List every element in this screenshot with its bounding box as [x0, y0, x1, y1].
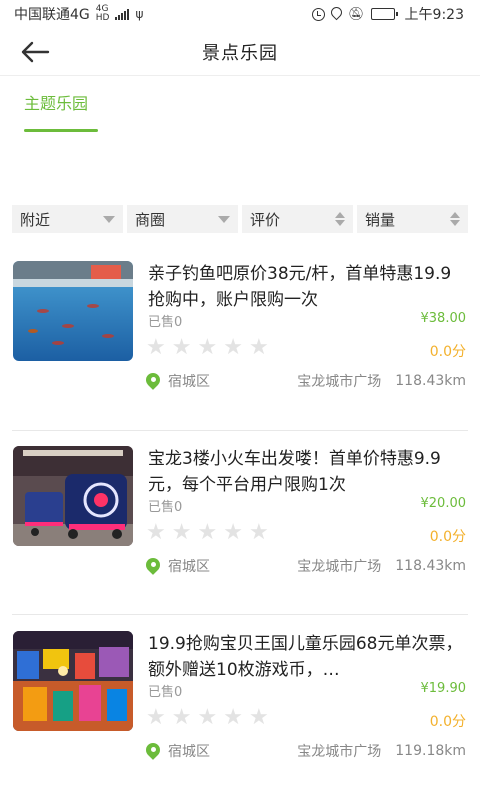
star-icon: ★	[248, 705, 269, 730]
status-bar: 中国联通4G 4G HD ψ 🔕︎ 上午9:23	[0, 0, 480, 28]
star-icon: ★	[223, 705, 243, 730]
district-label: 宿城区	[168, 374, 210, 390]
star-icon: ★	[248, 520, 269, 545]
filter-nearby-label: 附近	[20, 210, 51, 229]
distance-label: 118.43km	[395, 558, 466, 574]
sold-count: 已售0	[148, 315, 183, 330]
signal-icon	[115, 8, 130, 20]
filter-bar: 附近 商圈 评价 销量	[12, 205, 468, 233]
page-title: 景点乐园	[202, 42, 278, 64]
tab-active-indicator	[24, 129, 98, 132]
product-score: 0.0分	[429, 714, 466, 730]
star-icon: ★	[197, 705, 218, 730]
location-row: 宿城区 宝龙城市广场 119.18km	[146, 741, 466, 761]
product-title: 宝龙3楼小火车出发喽！首单价特惠9.9元，每个平台用户限购1次	[148, 449, 441, 495]
triangle-down-icon	[218, 215, 230, 223]
divider	[12, 614, 468, 615]
mall-label: 宝龙城市广场	[297, 559, 382, 575]
filter-sales-label: 销量	[365, 210, 396, 229]
distance-label: 119.18km	[395, 743, 466, 759]
network-hd-label: HD	[95, 13, 110, 23]
location-row: 宿城区 宝龙城市广场 118.43km	[146, 371, 466, 391]
product-image-fishing-pool	[13, 261, 133, 361]
star-icon: ★	[248, 335, 269, 360]
product-image-kids-playground	[13, 631, 133, 731]
tab-theme-park[interactable]: 主题乐园	[24, 90, 88, 134]
district-label: 宿城区	[168, 744, 210, 760]
location-icon	[331, 7, 342, 21]
filter-business-district[interactable]: 商圈	[127, 205, 238, 233]
status-right: 🔕︎ 上午9:23	[312, 4, 464, 24]
product-title: 亲子钓鱼吧原价38元/杆，首单特惠19.9抢购中，账户限购一次	[148, 264, 452, 310]
star-icon: ★	[146, 335, 166, 360]
product-price: ¥19.90	[420, 681, 467, 696]
sort-arrows-icon	[450, 212, 460, 226]
distance-label: 118.43km	[395, 373, 466, 389]
star-icon: ★	[197, 520, 218, 545]
star-icon: ★	[171, 335, 192, 360]
filter-district-label: 商圈	[135, 210, 166, 229]
sold-count: 已售0	[148, 685, 183, 700]
alarm-icon	[312, 7, 326, 21]
carrier-label: 中国联通4G	[14, 7, 90, 23]
sold-count: 已售0	[148, 500, 183, 515]
product-card[interactable]: 亲子钓鱼吧原价38元/杆，首单特惠19.9抢购中，账户限购一次 已售0 ¥38.…	[0, 261, 480, 431]
product-image-mini-train	[13, 446, 133, 546]
star-icon: ★	[223, 335, 243, 360]
product-score: 0.0分	[429, 344, 466, 360]
product-score: 0.0分	[429, 529, 466, 545]
mall-label: 宝龙城市广场	[297, 374, 382, 390]
arrow-left-icon	[21, 41, 50, 63]
filter-rating-label: 评价	[250, 210, 281, 229]
product-card[interactable]: 19.9抢购宝贝王国儿童乐园68元单次票，额外赠送10枚游戏币，… 已售0 ¥1…	[0, 631, 480, 800]
star-icon: ★	[197, 335, 218, 360]
product-title: 19.9抢购宝贝王国儿童乐园68元单次票，额外赠送10枚游戏币，…	[148, 634, 463, 680]
divider	[12, 430, 468, 431]
rating-stars: ★ ★ ★ ★ ★	[146, 707, 269, 729]
product-price: ¥38.00	[420, 311, 467, 326]
rating-stars: ★ ★ ★ ★ ★	[146, 337, 269, 359]
rating-stars: ★ ★ ★ ★ ★	[146, 522, 269, 544]
star-icon: ★	[223, 520, 243, 545]
mall-label: 宝龙城市广场	[297, 744, 382, 760]
back-button[interactable]	[12, 34, 58, 70]
location-pin-icon	[146, 558, 160, 574]
network-type-indicator: 4G HD	[96, 5, 110, 23]
location-pin-icon	[146, 373, 160, 389]
usb-icon: ψ	[135, 7, 144, 21]
battery-icon	[370, 8, 398, 20]
star-icon: ★	[146, 520, 166, 545]
category-tabs: 主题乐园	[0, 90, 480, 136]
location-pin-icon	[146, 743, 160, 759]
star-icon: ★	[171, 520, 192, 545]
filter-rating-sort[interactable]: 评价	[242, 205, 353, 233]
location-row: 宿城区 宝龙城市广场 118.43km	[146, 556, 466, 576]
filter-sales-sort[interactable]: 销量	[357, 205, 468, 233]
product-card[interactable]: 宝龙3楼小火车出发喽！首单价特惠9.9元，每个平台用户限购1次 已售0 ¥20.…	[0, 446, 480, 616]
clock-label: 上午9:23	[404, 7, 464, 23]
star-icon: ★	[146, 705, 166, 730]
bell-off-icon: 🔕︎	[348, 6, 365, 22]
product-price: ¥20.00	[420, 496, 467, 511]
status-left: 中国联通4G 4G HD ψ	[14, 4, 143, 24]
star-icon: ★	[171, 705, 192, 730]
sort-arrows-icon	[335, 212, 345, 226]
triangle-down-icon	[103, 215, 115, 223]
filter-nearby[interactable]: 附近	[12, 205, 123, 233]
district-label: 宿城区	[168, 559, 210, 575]
app-header: 景点乐园	[0, 28, 480, 76]
